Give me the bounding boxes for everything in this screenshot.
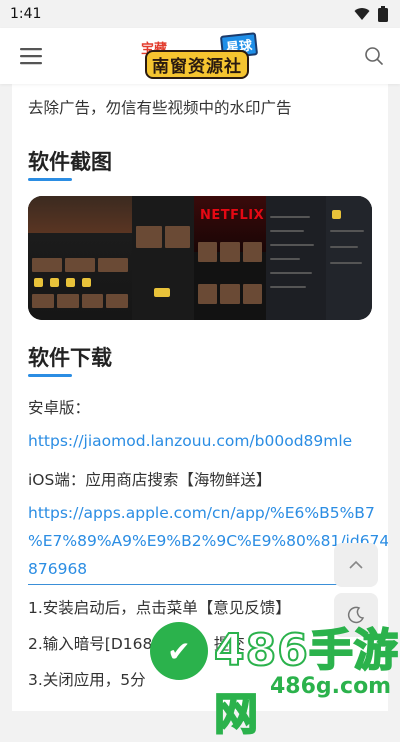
menu-icon[interactable] — [20, 47, 42, 65]
thumb-row — [198, 242, 262, 262]
ios-download-link-line1[interactable]: https://apps.apple.com/cn/app/%E6%B5%B7 — [28, 504, 375, 522]
netflix-label: NETFLIX — [200, 208, 265, 223]
intro-text: 去除广告，勿信有些视频中的水印广告 — [28, 99, 292, 117]
menu-line — [330, 246, 358, 248]
watermark-domain: 486g.com — [270, 674, 392, 699]
ios-download-link-line3[interactable]: 876968 — [28, 560, 87, 578]
status-time: 1:41 — [10, 6, 42, 22]
menu-line — [270, 244, 314, 246]
category-icon — [82, 278, 91, 287]
thumb-row — [198, 284, 262, 304]
thumb-row — [136, 226, 190, 248]
link-divider — [28, 584, 374, 585]
logo-main-text: 南窗资源社 — [145, 50, 249, 79]
menu-line — [270, 258, 300, 260]
heading-underline — [28, 374, 72, 377]
wifi-icon — [354, 8, 370, 20]
menu-line — [270, 286, 306, 288]
screenshot-4 — [266, 196, 326, 320]
watermark-logo: ✔ — [150, 622, 208, 680]
step-2-text: 2.输入暗号[D168] — [28, 635, 159, 653]
download-heading: 软件下载 — [28, 346, 112, 370]
heading-underline — [28, 178, 72, 181]
android-label: 安卓版： — [28, 399, 91, 417]
status-bar: 1:41 — [0, 0, 400, 28]
menu-line — [270, 230, 304, 232]
menu-line — [270, 216, 310, 218]
scroll-top-button[interactable] — [334, 543, 378, 587]
thumb-row — [32, 258, 128, 272]
status-icons — [354, 6, 388, 22]
watermark-logo-glyph: ✔ — [167, 634, 191, 668]
menu-line — [330, 262, 362, 264]
android-download-link[interactable]: https://jiaomod.lanzouu.com/b00od89mle — [28, 432, 352, 450]
screenshot-3: NETFLIX — [194, 196, 266, 320]
thumb-row — [32, 294, 128, 308]
battery-icon — [378, 6, 388, 22]
app-header: 宝藏 星球 南窗资源社 — [0, 28, 400, 84]
screenshot-2 — [132, 196, 194, 320]
watermark: ✔ 486手游网 486g.com — [150, 614, 400, 741]
chevron-up-icon — [349, 560, 363, 569]
screens-heading: 软件截图 — [28, 150, 112, 174]
category-icon — [50, 278, 59, 287]
ios-label: iOS端：应用商店搜索【海物鲜送】 — [28, 471, 272, 489]
search-icon[interactable] — [364, 46, 384, 66]
site-logo[interactable]: 宝藏 星球 南窗资源社 — [141, 32, 259, 80]
step-3: 3.关闭应用，5分 — [28, 671, 146, 689]
screenshot-5 — [326, 196, 372, 320]
menu-line — [270, 272, 312, 274]
category-icon — [34, 278, 43, 287]
profile-badge — [332, 210, 341, 219]
menu-line — [330, 230, 364, 232]
screenshot-1 — [28, 196, 132, 320]
play-button-mock — [154, 288, 170, 297]
screenshot-gallery[interactable]: NETFLIX — [28, 196, 372, 320]
category-icon — [66, 278, 75, 287]
